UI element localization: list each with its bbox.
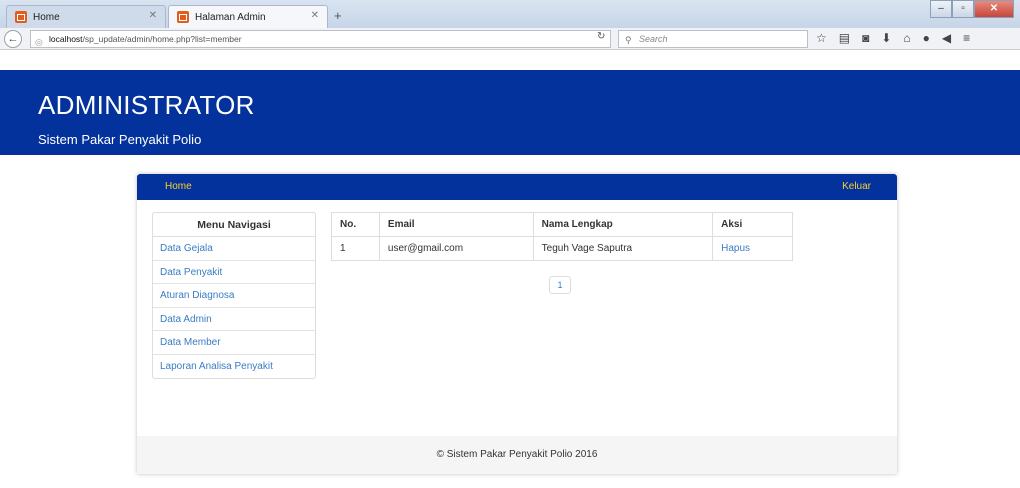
- address-bar[interactable]: ◎ localhost/sp_update/admin/home.php?lis…: [30, 30, 611, 48]
- browser-tab-admin[interactable]: Halaman Admin ✕: [168, 5, 328, 28]
- tab-label: Home: [33, 11, 60, 23]
- tab-label: Halaman Admin: [195, 11, 266, 23]
- home-icon[interactable]: ⌂: [903, 31, 910, 45]
- url-path: /sp_update/admin/home.php?list=member: [82, 34, 242, 44]
- new-tab-icon[interactable]: +: [334, 8, 342, 23]
- reload-icon[interactable]: ↻: [597, 31, 605, 42]
- menu-item-data-gejala[interactable]: Data Gejala: [153, 237, 315, 261]
- navigation-menu: Menu Navigasi Data Gejala Data Penyakit …: [152, 212, 316, 379]
- header-nama-lengkap: Nama Lengkap: [532, 212, 714, 237]
- menu-item-data-member[interactable]: Data Member: [153, 331, 315, 355]
- header-email: Email: [378, 212, 534, 237]
- toolbar-icons: ☆ ▤ ◙ ⬇ ⌂ ● ◀ ≡: [816, 31, 970, 45]
- logout-link[interactable]: Keluar: [842, 181, 871, 192]
- table-row: 1 user@gmail.com Teguh Vage Saputra Hapu…: [331, 236, 793, 261]
- menu-icon[interactable]: ≡: [963, 31, 970, 45]
- pocket-icon[interactable]: ◙: [862, 31, 869, 45]
- browser-titlebar: Home ✕ Halaman Admin ✕ + – ▫ ✕: [0, 0, 1020, 28]
- page-footer: © Sistem Pakar Penyakit Polio 2016: [137, 436, 897, 474]
- home-link[interactable]: Home: [165, 181, 192, 192]
- delete-link[interactable]: Hapus: [712, 236, 793, 261]
- url-host: localhost: [49, 34, 83, 44]
- download-icon[interactable]: ⬇: [881, 31, 891, 45]
- menu-title: Menu Navigasi: [153, 213, 315, 237]
- cell-name: Teguh Vage Saputra: [532, 236, 714, 261]
- close-tab-icon[interactable]: ✕: [149, 10, 157, 21]
- page-title: ADMINISTRATOR: [38, 90, 255, 120]
- table-header-row: No. Email Nama Lengkap Aksi: [331, 212, 793, 237]
- close-window-icon[interactable]: ✕: [974, 0, 1014, 18]
- menu-item-data-admin[interactable]: Data Admin: [153, 308, 315, 331]
- menu-item-aturan-diagnosa[interactable]: Aturan Diagnosa: [153, 284, 315, 308]
- close-tab-icon[interactable]: ✕: [311, 10, 319, 21]
- search-icon: ⚲: [625, 35, 632, 45]
- send-icon[interactable]: ◀: [942, 31, 951, 45]
- member-table: No. Email Nama Lengkap Aksi 1 user@gmail…: [331, 212, 793, 261]
- panel-navbar: Home Keluar: [137, 174, 897, 200]
- page-subtitle: Sistem Pakar Penyakit Polio: [38, 132, 202, 147]
- header-no: No.: [331, 212, 380, 237]
- cell-no: 1: [331, 236, 380, 261]
- site-header: ADMINISTRATOR Sistem Pakar Penyakit Poli…: [0, 70, 1020, 155]
- content-panel: Home Keluar Menu Navigasi Data Gejala Da…: [137, 174, 897, 474]
- page-favicon-icon: [15, 11, 27, 23]
- search-input[interactable]: ⚲ Search: [618, 30, 808, 48]
- menu-item-data-penyakit[interactable]: Data Penyakit: [153, 261, 315, 284]
- page-favicon-icon: [177, 11, 189, 23]
- minimize-icon[interactable]: –: [930, 0, 952, 18]
- pagination-page-button[interactable]: 1: [549, 276, 571, 294]
- window-controls: – ▫ ✕: [930, 0, 1014, 18]
- bookmark-star-icon[interactable]: ☆: [816, 31, 827, 45]
- browser-tab-home[interactable]: Home ✕: [6, 5, 166, 28]
- globe-icon: ◎: [35, 37, 43, 47]
- back-arrow-icon[interactable]: ←: [4, 30, 22, 48]
- header-aksi: Aksi: [712, 212, 793, 237]
- search-placeholder: Search: [639, 34, 668, 44]
- chat-icon[interactable]: ●: [923, 31, 930, 45]
- menu-item-laporan-analisa[interactable]: Laporan Analisa Penyakit: [153, 355, 315, 379]
- reading-list-icon[interactable]: ▤: [839, 31, 850, 45]
- maximize-icon[interactable]: ▫: [952, 0, 974, 18]
- cell-email: user@gmail.com: [378, 236, 534, 261]
